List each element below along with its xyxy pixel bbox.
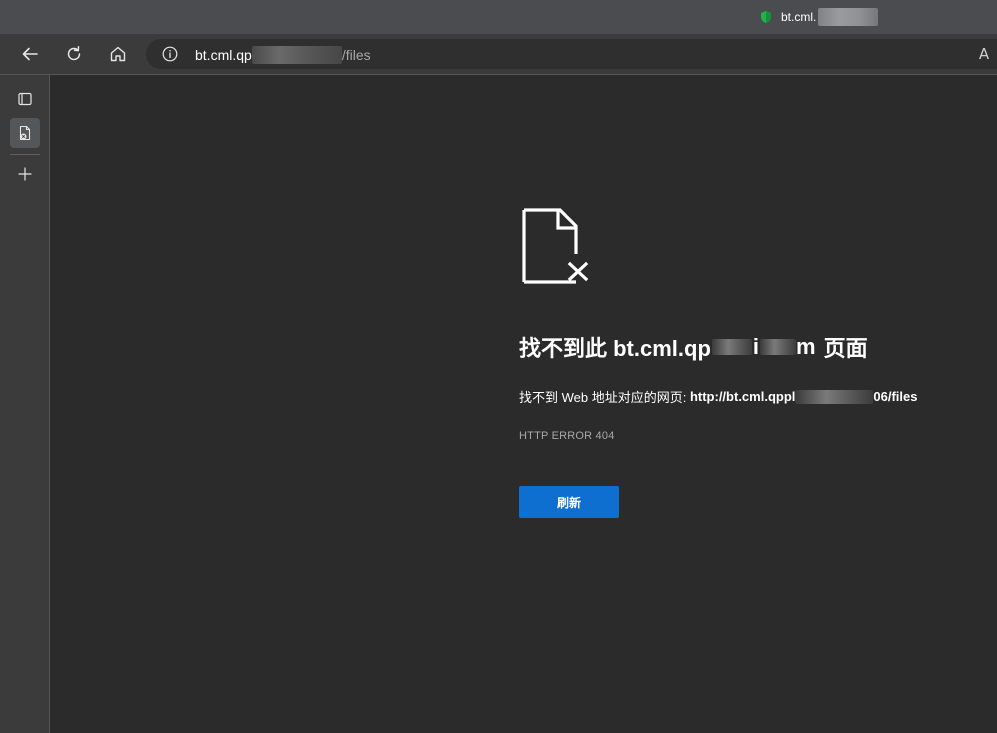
sidebar-tab-error-page[interactable] (10, 118, 40, 148)
address-path: /files (341, 47, 371, 63)
new-tab-button[interactable] (10, 159, 40, 189)
redacted-region (760, 339, 797, 355)
sidebar-divider (10, 154, 40, 155)
error-page-tab-icon (19, 125, 31, 141)
tab-title-text: bt.cml. (781, 10, 817, 24)
active-tab[interactable]: bt.cml. (759, 8, 879, 26)
title-bar: bt.cml. (0, 0, 997, 34)
back-arrow-icon (22, 47, 38, 61)
redacted-region (711, 339, 752, 355)
error-code: HTTP ERROR 404 (519, 430, 615, 442)
vertical-tabs-sidebar (0, 75, 50, 733)
browser-toolbar: bt.cml.qp /files A (0, 34, 997, 75)
file-not-found-icon (520, 208, 594, 289)
page-content: 找不到此 bt.cml.qp i m 页面 找不到 Web 地址对应的网页: h… (50, 75, 997, 733)
address-url[interactable]: bt.cml.qp /files (195, 46, 371, 64)
redacted-region (251, 46, 342, 64)
home-icon (110, 46, 126, 62)
address-bar[interactable]: bt.cml.qp /files A (146, 39, 997, 69)
tab-actions-button[interactable] (10, 84, 40, 114)
address-host: bt.cml.qp (195, 47, 252, 63)
error-title-suffix: 页面 (823, 336, 868, 361)
error-url-start: http://bt.cml.qppl (689, 389, 796, 404)
error-title-fragment-1: i (752, 334, 760, 359)
refresh-icon (67, 46, 81, 61)
redacted-region (795, 389, 874, 404)
error-url-end: 06/files (873, 389, 918, 404)
read-aloud-icon[interactable]: A (975, 45, 993, 63)
tab-actions-icon (18, 92, 32, 106)
error-description: 找不到 Web 地址对应的网页: http://bt.cml.qppl 06/f… (519, 387, 917, 406)
redacted-region (818, 8, 879, 26)
error-title: 找不到此 bt.cml.qp i m 页面 (519, 331, 868, 363)
refresh-page-button[interactable]: 刷新 (519, 486, 619, 518)
info-icon[interactable] (162, 46, 178, 62)
shield-favicon-icon (759, 10, 773, 24)
back-button[interactable] (16, 40, 44, 68)
error-title-prefix: 找不到此 bt.cml.qp (519, 336, 711, 361)
plus-icon (18, 167, 32, 181)
error-description-text: 找不到 Web 地址对应的网页: (519, 390, 690, 405)
refresh-button[interactable] (60, 40, 88, 68)
error-title-fragment-2: m (796, 334, 816, 359)
home-button[interactable] (104, 40, 132, 68)
